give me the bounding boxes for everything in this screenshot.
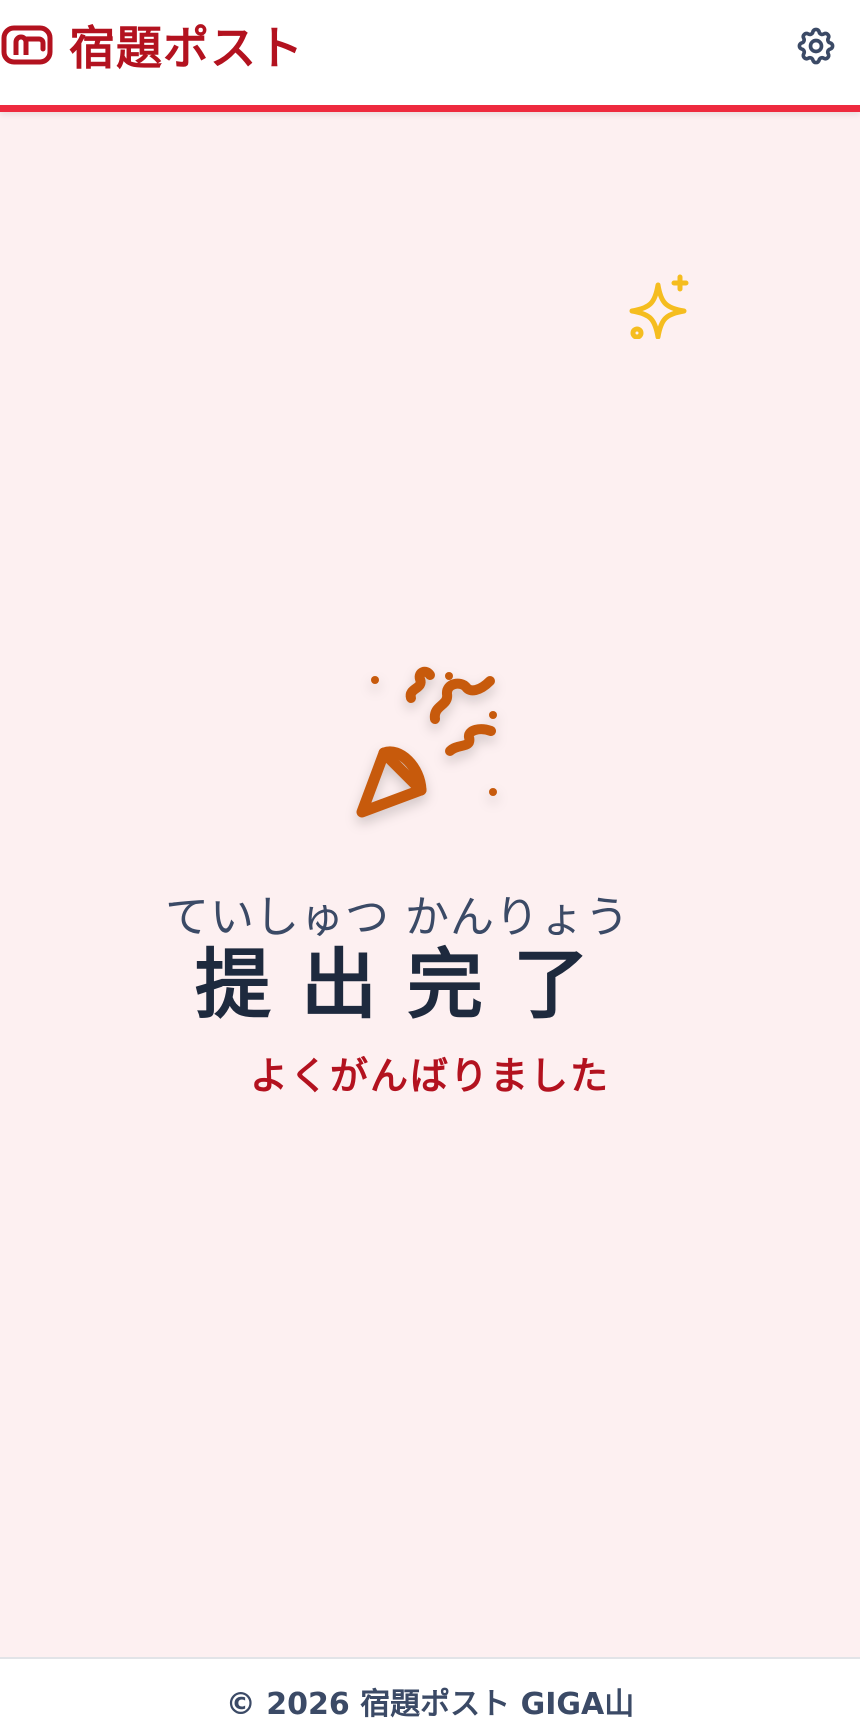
encouragement-message: よくがんばりました (249, 1054, 610, 1098)
app-footer: © 2026 宿題ポスト GIGA山 (0, 1657, 860, 1724)
app-header: 宿題ポスト (0, 0, 860, 112)
sparkle-icon (629, 274, 689, 339)
completion-heading: ていしゅつ かんりょう 提出完了 (0, 881, 860, 1031)
copyright-text: © 2026 宿題ポスト GIGA山 (225, 1687, 635, 1722)
mailbox-icon (1, 25, 53, 65)
page-title: 提出完了 (195, 940, 619, 1029)
party-popper-icon (356, 666, 497, 818)
settings-button[interactable] (788, 18, 844, 74)
brand[interactable]: 宿題ポスト (0, 14, 304, 76)
main-content: ていしゅつ かんりょう 提出完了 よくがんばりました (0, 119, 860, 1657)
app-title: 宿題ポスト (69, 21, 304, 75)
gear-icon (797, 27, 835, 65)
